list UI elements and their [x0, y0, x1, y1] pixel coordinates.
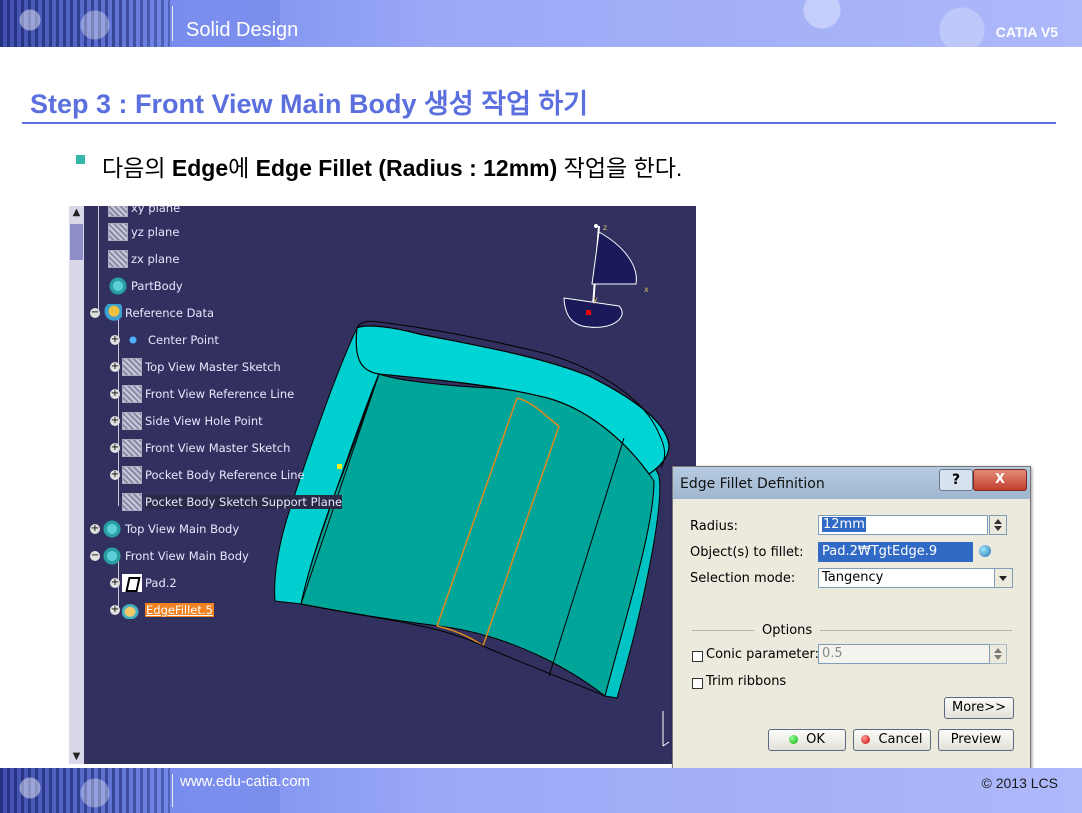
instruction-text: 다음의 Edge에 Edge Fillet (Radius : 12mm) 작업…: [102, 155, 683, 181]
specification-tree: xy plane yz plane zx plane PartBody − Ref…: [84, 206, 384, 626]
product-name: CATIA V5: [995, 24, 1058, 40]
axis-triad-icon: [662, 711, 670, 747]
conic-parameter-input[interactable]: 0.5: [818, 644, 990, 664]
dialog-titlebar[interactable]: Edge Fillet Definition ? X: [673, 467, 1030, 499]
tree-item-edgefillet-5[interactable]: + EdgeFillet.5: [110, 600, 214, 620]
objects-to-fillet-field[interactable]: Pad.2₩TgtEdge.9: [818, 542, 973, 562]
tree-item-top-view-main-body[interactable]: + Top View Main Body: [90, 519, 239, 539]
radius-label: Radius:: [690, 519, 738, 534]
expand-icon[interactable]: +: [110, 443, 120, 453]
footer-copyright: © 2013 LCS: [981, 775, 1058, 791]
plane-icon: [122, 493, 142, 511]
collapse-icon[interactable]: −: [90, 551, 100, 561]
sketch-icon: [122, 358, 142, 376]
footer-divider: [172, 774, 173, 807]
edge-fillet-dialog: Edge Fillet Definition ? X Radius: 12mm …: [672, 466, 1031, 770]
expand-icon[interactable]: +: [110, 578, 120, 588]
preview-button[interactable]: Preview: [938, 729, 1014, 751]
body-gear-icon: [108, 277, 128, 295]
compass-y-label: y: [593, 295, 598, 304]
tree-item-reference-data[interactable]: − Reference Data: [90, 303, 214, 323]
geometrical-set-icon: [102, 304, 122, 322]
title-underline: [22, 122, 1056, 124]
plane-icon: [108, 250, 128, 268]
expand-icon[interactable]: +: [110, 605, 120, 615]
tree-item-front-view-main-body[interactable]: − Front View Main Body: [90, 546, 249, 566]
close-button[interactable]: X: [973, 469, 1027, 491]
tree-item-front-view-master-sketch[interactable]: + Front View Master Sketch: [110, 438, 290, 458]
expand-icon[interactable]: +: [110, 416, 120, 426]
compass-icon[interactable]: [563, 224, 637, 328]
expand-icon[interactable]: +: [110, 335, 120, 345]
tree-item-top-view-master-sketch[interactable]: + Top View Master Sketch: [110, 357, 281, 377]
tree-item-side-view-hole-point[interactable]: + Side View Hole Point: [110, 411, 263, 431]
compass-z-label: z: [603, 223, 607, 232]
catia-viewport[interactable]: ▲ ▼ z x y xy plane yz plane zx plane Par…: [69, 206, 696, 764]
dialog-body: Radius: 12mm Object(s) to fillet: Pad.2₩…: [678, 499, 1025, 763]
sketch-icon: [122, 439, 142, 457]
trim-ribbons-checkbox[interactable]: [692, 678, 703, 689]
compass-x-label: x: [644, 285, 649, 294]
tree-item-yz-plane[interactable]: yz plane: [108, 222, 179, 242]
ok-button[interactable]: OK: [768, 729, 846, 751]
pad-icon: [122, 574, 142, 592]
line-icon: [122, 385, 142, 403]
bullet-icon: [76, 155, 85, 164]
header-divider: [172, 6, 173, 41]
footer-band: www.edu-catia.com © 2013 LCS: [0, 768, 1082, 813]
trim-ribbons-label: Trim ribbons: [706, 674, 787, 689]
header-band: Solid Design CATIA V5: [0, 0, 1082, 47]
tree-item-center-point[interactable]: + Center Point: [110, 330, 219, 350]
edge-selection-icon[interactable]: [975, 542, 995, 562]
conic-parameter-label: Conic parameter:: [706, 647, 819, 662]
tree-item-pad-2[interactable]: + Pad.2: [110, 573, 177, 593]
conic-parameter-spinner[interactable]: [989, 644, 1007, 664]
point-icon: [122, 412, 142, 430]
expand-icon[interactable]: +: [110, 470, 120, 480]
cancel-red-icon: [861, 735, 871, 744]
radius-input[interactable]: 12mm: [818, 515, 988, 535]
line-icon: [122, 466, 142, 484]
tree-item-xy-plane[interactable]: xy plane: [108, 206, 180, 218]
radius-spinner[interactable]: [989, 515, 1007, 535]
conic-parameter-checkbox[interactable]: [692, 651, 703, 662]
help-button[interactable]: ?: [939, 469, 973, 491]
tree-item-pocket-body-sketch-support-plane[interactable]: Pocket Body Sketch Support Plane: [122, 492, 343, 512]
header-title: Solid Design: [186, 19, 299, 41]
expand-icon[interactable]: +: [110, 389, 120, 399]
objects-to-fillet-label: Object(s) to fillet:: [690, 545, 804, 560]
tree-item-partbody[interactable]: PartBody: [108, 276, 183, 296]
chevron-down-icon[interactable]: [994, 569, 1012, 587]
tree-item-zx-plane[interactable]: zx plane: [108, 249, 179, 269]
plane-icon: [108, 206, 128, 217]
body-gear-icon: [102, 547, 122, 565]
selection-mode-label: Selection mode:: [690, 571, 796, 586]
options-label: Options: [762, 623, 813, 638]
page-title: Step 3 : Front View Main Body 생성 작업 하기: [30, 89, 589, 119]
selection-mode-select[interactable]: Tangency: [818, 568, 1013, 588]
edge-fillet-icon: [122, 601, 142, 619]
expand-icon[interactable]: +: [110, 362, 120, 372]
collapse-icon[interactable]: −: [90, 308, 100, 318]
body-gear-icon: [102, 520, 122, 538]
cancel-button[interactable]: Cancel: [853, 729, 931, 751]
tree-item-pocket-body-reference-line[interactable]: + Pocket Body Reference Line: [110, 465, 305, 485]
ok-green-icon: [789, 735, 799, 744]
footer-url[interactable]: www.edu-catia.com: [180, 773, 310, 790]
expand-icon[interactable]: +: [90, 524, 100, 534]
point-icon: [128, 335, 138, 345]
plane-icon: [108, 223, 128, 241]
dialog-title: Edge Fillet Definition: [680, 476, 825, 492]
tree-item-front-view-reference-line[interactable]: + Front View Reference Line: [110, 384, 294, 404]
more-button[interactable]: More>>: [944, 697, 1014, 719]
